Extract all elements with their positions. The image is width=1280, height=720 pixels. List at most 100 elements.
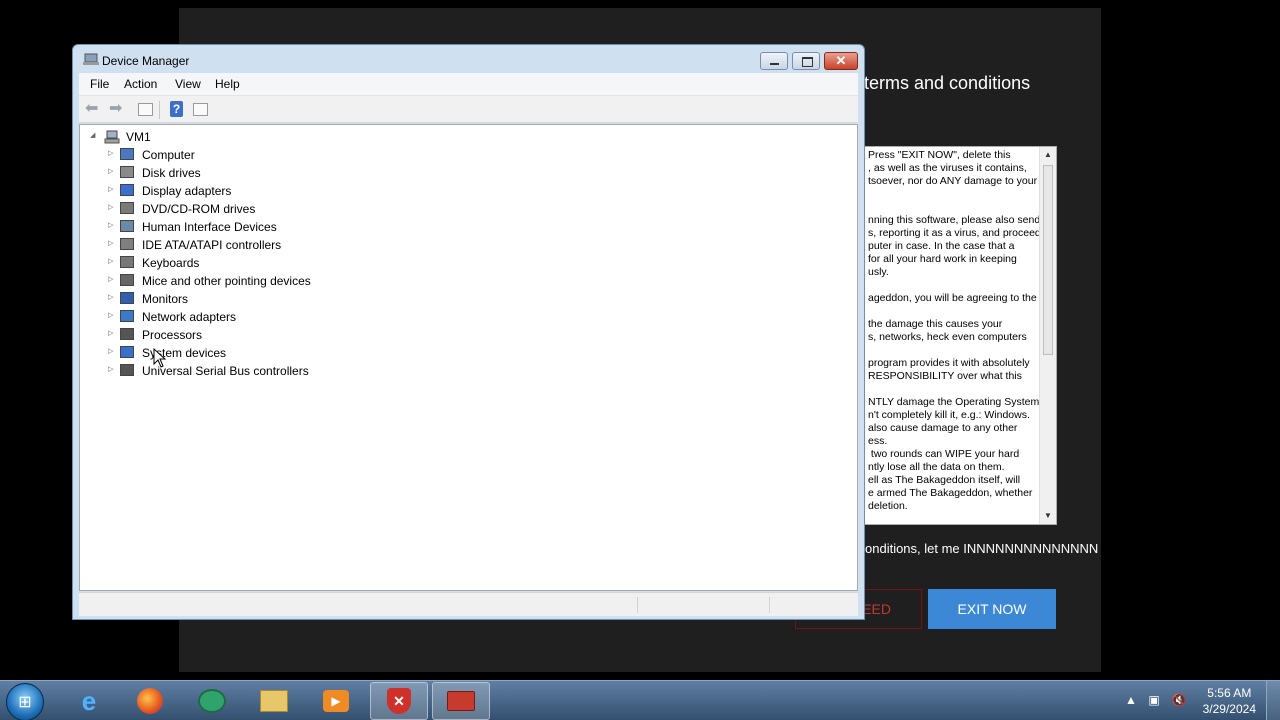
tree-item-label: Universal Serial Bus controllers	[142, 364, 309, 378]
properties-icon[interactable]	[193, 103, 208, 116]
tree-item-network-adapters[interactable]: ▷ Network adapters	[108, 308, 408, 326]
tree-item-computer[interactable]: ▷ Computer	[108, 146, 408, 164]
expand-icon[interactable]: ▷	[108, 203, 116, 211]
taskbar: ⊞ e ▶ ✕ ▲ ▣ 🔇 5:56 AM 3/29/2024	[0, 680, 1280, 720]
show-hidden-icons[interactable]: ▲	[1123, 693, 1139, 709]
expand-icon[interactable]: ▷	[108, 329, 116, 337]
tree-item-mice-and-other-pointing-devices[interactable]: ▷ Mice and other pointing devices	[108, 272, 408, 290]
security-alert-icon[interactable]: ✕	[370, 682, 428, 720]
scroll-down-icon[interactable]: ▼	[1040, 508, 1056, 524]
volume-muted-icon[interactable]: 🔇	[1171, 693, 1187, 709]
expand-icon[interactable]: ▷	[108, 149, 116, 157]
show-desktop-button[interactable]	[1266, 681, 1280, 720]
back-arrow-icon[interactable]: ⬅	[85, 101, 103, 117]
tree-item-label: Disk drives	[142, 166, 201, 180]
expand-icon[interactable]: ▷	[108, 311, 116, 319]
toolbar-separator	[159, 101, 160, 119]
disk-drive-icon	[120, 166, 134, 178]
maximize-button[interactable]	[792, 52, 820, 70]
file-explorer-icon[interactable]	[245, 682, 303, 720]
tree-item-label: Network adapters	[142, 310, 237, 324]
scroll-thumb[interactable]	[1043, 165, 1053, 355]
tree-root[interactable]: ◢ VM1	[90, 128, 390, 146]
menu-bar: File Action View Help	[79, 73, 858, 95]
tree-item-processors[interactable]: ▷ Processors	[108, 326, 408, 344]
hid-icon	[120, 220, 134, 232]
processor-icon	[120, 328, 134, 340]
tree-root-label: VM1	[126, 130, 151, 144]
ide-controller-icon	[120, 238, 134, 250]
minimize-button[interactable]	[760, 52, 788, 70]
keyboard-icon	[120, 256, 134, 268]
device-tree[interactable]: ◢ VM1 ▷ Computer ▷ Disk drives ▷ Display adap…	[79, 124, 858, 591]
windows-logo-icon: ⊞	[18, 694, 32, 711]
mouse-icon	[120, 274, 134, 286]
system-clock[interactable]: 5:56 AM 3/29/2024	[1203, 685, 1256, 717]
toolbar: ⬅ ➡ ?	[79, 95, 858, 123]
device-manager-window: Device Manager ✕ File Action View Help ⬅…	[72, 44, 865, 620]
terms-text: Press "EXIT NOW", delete this , as well …	[868, 149, 1040, 512]
usb-icon	[120, 364, 134, 376]
status-divider	[637, 597, 638, 613]
status-divider	[769, 597, 770, 613]
close-icon: ✕	[835, 53, 847, 68]
menu-help[interactable]: Help	[215, 77, 240, 91]
expand-icon[interactable]: ▷	[108, 365, 116, 373]
system-devices-icon	[120, 346, 134, 358]
expand-icon[interactable]: ▷	[108, 221, 116, 229]
tree-item-human-interface-devices[interactable]: ▷ Human Interface Devices	[108, 218, 408, 236]
internet-explorer-icon[interactable]: e	[60, 682, 118, 720]
menu-view[interactable]: View	[175, 77, 201, 91]
tree-item-label: Processors	[142, 328, 203, 342]
expand-icon[interactable]: ▷	[108, 257, 116, 265]
clock-time: 5:56 AM	[1207, 686, 1252, 700]
tree-item-display-adapters[interactable]: ▷ Display adapters	[108, 182, 408, 200]
tree-item-label: DVD/CD-ROM drives	[142, 202, 256, 216]
tree-item-label: Display adapters	[142, 184, 232, 198]
terms-title: terms and conditions	[864, 73, 1031, 93]
title-bar[interactable]: Device Manager ✕	[73, 45, 864, 73]
collapse-icon[interactable]: ◢	[90, 131, 98, 139]
expand-icon[interactable]: ▷	[108, 293, 116, 301]
show-hide-console-tree-icon[interactable]	[138, 103, 153, 116]
tree-item-monitors[interactable]: ▷ Monitors	[108, 290, 408, 308]
toolbox-icon[interactable]	[432, 682, 490, 720]
scroll-up-icon[interactable]: ▲	[1040, 147, 1056, 163]
start-button[interactable]: ⊞	[6, 683, 44, 720]
firefox-icon[interactable]	[121, 682, 179, 720]
tree-item-label: Monitors	[142, 292, 189, 306]
tree-item-label: Mice and other pointing devices	[142, 274, 311, 288]
tree-item-disk-drives[interactable]: ▷ Disk drives	[108, 164, 408, 182]
tree-item-label: Human Interface Devices	[142, 220, 277, 234]
computer-root-icon	[104, 130, 120, 144]
exit-now-button[interactable]: EXIT NOW	[928, 589, 1056, 629]
expand-icon[interactable]: ▷	[108, 275, 116, 283]
expand-icon[interactable]: ▷	[108, 167, 116, 175]
tree-item-ide-ata-atapi-controllers[interactable]: ▷ IDE ATA/ATAPI controllers	[108, 236, 408, 254]
media-player-icon[interactable]: ▶	[307, 682, 365, 720]
network-icon[interactable]: ▣	[1146, 693, 1162, 709]
tree-item-label: IDE ATA/ATAPI controllers	[142, 238, 282, 252]
tree-item-label: Keyboards	[142, 256, 200, 270]
menu-action[interactable]: Action	[124, 77, 157, 91]
agree-checkbox-label[interactable]: onditions, let me INNNNNNNNNNNNNN	[865, 541, 1101, 556]
network-adapter-icon	[120, 310, 134, 322]
tree-item-keyboards[interactable]: ▷ Keyboards	[108, 254, 408, 272]
help-icon[interactable]: ?	[170, 101, 183, 117]
window-title: Device Manager	[102, 54, 190, 68]
messenger-icon[interactable]	[183, 682, 241, 720]
expand-icon[interactable]: ▷	[108, 185, 116, 193]
tree-item-dvd-cd-rom-drives[interactable]: ▷ DVD/CD-ROM drives	[108, 200, 408, 218]
expand-icon[interactable]: ▷	[108, 347, 116, 355]
menu-file[interactable]: File	[90, 77, 109, 91]
dvd-drive-icon	[120, 202, 134, 214]
close-button[interactable]: ✕	[824, 52, 858, 70]
monitor-icon	[120, 292, 134, 304]
tree-item-label: Computer	[142, 148, 195, 162]
forward-arrow-icon[interactable]: ➡	[109, 101, 127, 117]
terms-textbox[interactable]: Press "EXIT NOW", delete this , as well …	[864, 146, 1057, 525]
terms-scrollbar[interactable]: ▲ ▼	[1039, 147, 1056, 524]
mouse-cursor-icon	[153, 348, 167, 368]
computer-icon	[120, 148, 134, 160]
expand-icon[interactable]: ▷	[108, 239, 116, 247]
